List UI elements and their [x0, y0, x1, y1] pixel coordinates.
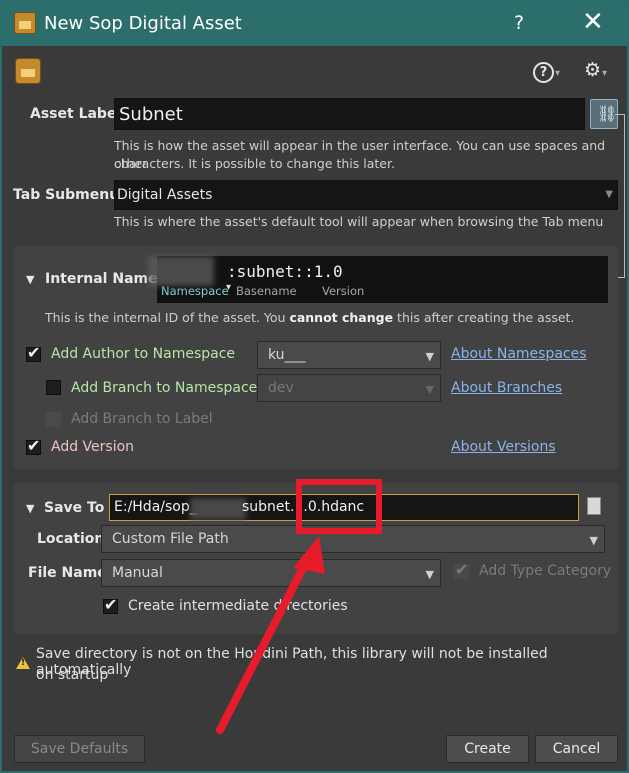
annotation-arrow-shaft [216, 556, 311, 734]
annotation-arrow-head [293, 536, 325, 574]
dialog-window: New Sop Digital Asset ? ✕ ? ▾ ⚙▾ Asset La… [0, 0, 629, 773]
annotation-arrow [216, 536, 325, 734]
